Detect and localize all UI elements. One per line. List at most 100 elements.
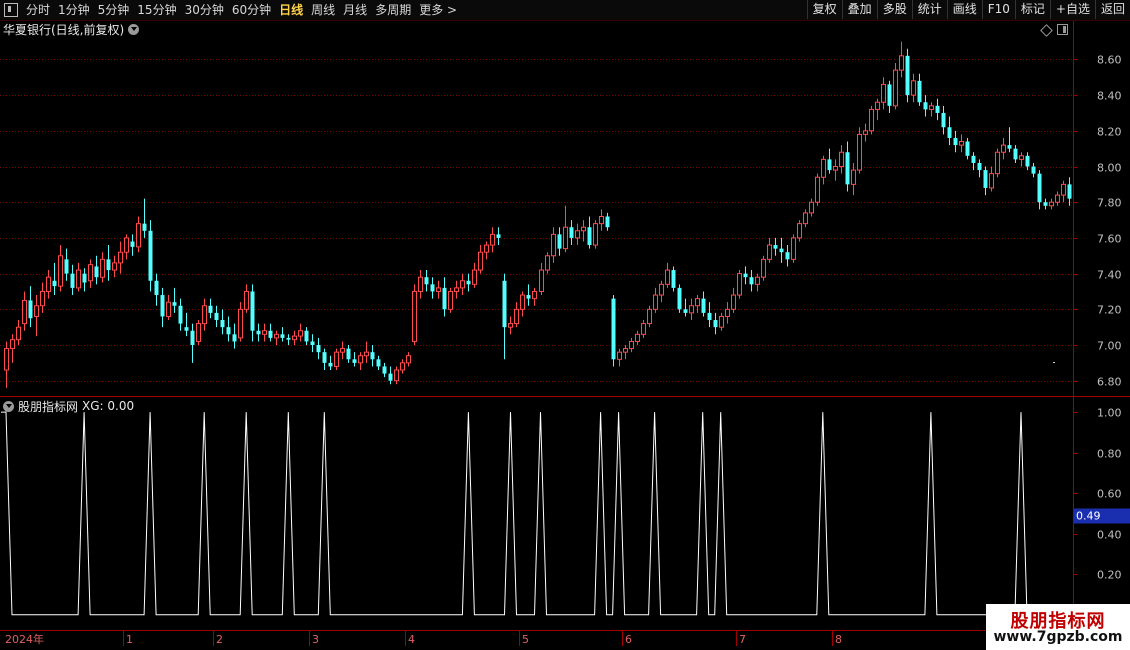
- candle-body: [412, 290, 417, 342]
- candle-body: [647, 308, 652, 325]
- candle-body: [106, 259, 111, 271]
- candle-body: [76, 269, 81, 289]
- watermark: 股朋指标网 www.7gpzb.com: [986, 604, 1130, 650]
- month-label: 6: [625, 633, 632, 646]
- candle-body: [376, 359, 381, 367]
- price-tick-label: 8.20: [1097, 126, 1122, 139]
- candle-body: [100, 258, 105, 278]
- candle-body: [581, 226, 586, 232]
- candle-body: [46, 276, 51, 292]
- candle-body: [388, 373, 393, 381]
- candle-body: [905, 55, 910, 96]
- indicator-tick-label: 0.40: [1097, 529, 1122, 542]
- candle-body: [725, 308, 730, 317]
- candle-body: [58, 255, 63, 287]
- candle-body: [653, 294, 658, 310]
- candle-body: [1013, 148, 1018, 160]
- candle-body: [935, 105, 940, 113]
- candle-body: [971, 155, 976, 163]
- indicator-tick-label: 0.80: [1097, 448, 1122, 461]
- candle-body: [232, 334, 237, 342]
- candle-body: [130, 241, 135, 247]
- month-label: 3: [312, 633, 319, 646]
- candle-body: [262, 330, 267, 335]
- candle-body: [899, 55, 904, 71]
- candle-body: [394, 369, 399, 382]
- candle-body: [196, 323, 201, 342]
- candle-body: [178, 305, 183, 324]
- candle-body: [310, 341, 315, 346]
- candle-body: [238, 308, 243, 339]
- indicator-tick-label: 0.20: [1097, 569, 1122, 582]
- candle-body: [701, 298, 706, 313]
- candle-body: [941, 112, 946, 128]
- candle-body: [713, 320, 718, 328]
- candle-body: [947, 127, 952, 138]
- candle-body: [839, 151, 844, 168]
- candle-body: [605, 216, 610, 228]
- candle-body: [1055, 194, 1060, 203]
- indicator-value-badge-label: 0.49: [1076, 510, 1101, 523]
- candle-body: [214, 312, 219, 321]
- price-tick-label: 7.80: [1097, 197, 1122, 210]
- candle-body: [94, 266, 99, 278]
- candle-body: [448, 290, 453, 310]
- candle-body: [923, 102, 928, 110]
- candle-body: [316, 345, 321, 353]
- candle-body: [929, 105, 934, 110]
- candle-body: [328, 362, 333, 367]
- candle-body: [863, 130, 868, 135]
- candle-body: [641, 323, 646, 335]
- candle-body: [977, 162, 982, 171]
- candle-body: [1043, 202, 1048, 206]
- candle-body: [989, 173, 994, 189]
- candle-body: [551, 233, 556, 257]
- xg-signal-line: [1, 411, 1069, 616]
- candle-body: [869, 108, 874, 132]
- candle-body: [340, 348, 345, 353]
- candle-body: [1025, 155, 1030, 167]
- candle-body: [917, 80, 922, 103]
- price-tick-label: 8.40: [1097, 90, 1122, 103]
- candle-body: [1037, 173, 1042, 203]
- candle-body: [995, 151, 1000, 175]
- candle-body: [148, 230, 153, 281]
- price-tick-label: 8.60: [1097, 54, 1122, 67]
- watermark-url: www.7gpzb.com: [993, 629, 1123, 645]
- month-label: 4: [408, 633, 415, 646]
- candle-body: [629, 340, 634, 350]
- candle-body: [220, 320, 225, 328]
- candle-body: [557, 234, 562, 249]
- candle-body: [250, 291, 255, 331]
- chart-canvas[interactable]: 8.60 8.40 8.20 8.00 7.80 7.60 7.40 7.20 7.00 6.80…: [0, 0, 1130, 650]
- candle-body: [731, 294, 736, 310]
- candle-body: [887, 84, 892, 106]
- candle-body: [767, 244, 772, 260]
- candle-body: [280, 334, 285, 338]
- candle-body: [671, 270, 676, 288]
- candle-body: [761, 258, 766, 278]
- candle-body: [256, 330, 261, 335]
- price-tick-label: 7.20: [1097, 304, 1122, 317]
- candle-body: [659, 283, 664, 296]
- candle-body: [490, 233, 495, 246]
- candle-body: [593, 223, 598, 246]
- price-tick-label: 8.00: [1097, 162, 1122, 175]
- candle-body: [16, 326, 21, 341]
- candle-body: [677, 287, 682, 310]
- candle-body: [875, 101, 880, 110]
- candle-body: [160, 295, 165, 317]
- month-label: 1: [126, 633, 133, 646]
- candle-body: [382, 366, 387, 374]
- price-tick-label: 7.00: [1097, 340, 1122, 353]
- candle-body: [88, 264, 93, 282]
- candle-body: [911, 80, 916, 96]
- candle-body: [773, 245, 778, 249]
- candle-body: [1019, 155, 1024, 160]
- candle-body: [418, 276, 423, 292]
- candle-body: [983, 170, 988, 188]
- candle-body: [845, 152, 850, 185]
- candle-body: [286, 337, 291, 340]
- candle-body: [857, 133, 862, 171]
- candle-body: [797, 223, 802, 239]
